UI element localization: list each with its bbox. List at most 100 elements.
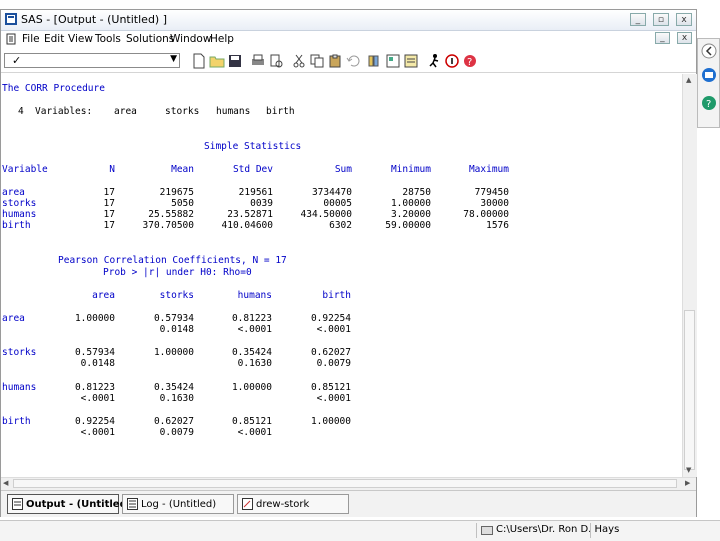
stats-header: Variable: [2, 164, 48, 175]
pearson-header: area: [92, 290, 115, 301]
pearson-r: 0.85121: [310, 382, 351, 393]
copy-icon[interactable]: [309, 53, 325, 69]
help-icon[interactable]: ?: [462, 53, 478, 69]
stats-cell: 5050: [171, 198, 194, 209]
libraries-icon[interactable]: [367, 53, 383, 69]
title-bar[interactable]: SAS - [Output - (Untitled) ] _ ▫ x: [1, 10, 696, 31]
variable-name: storks: [165, 106, 200, 117]
tab-program[interactable]: drew-stork: [237, 494, 349, 514]
stats-header: Std Dev: [232, 164, 273, 175]
variable-name: humans: [216, 106, 251, 117]
sas-window: SAS - [Output - (Untitled) ] _ ▫ x File …: [0, 9, 697, 517]
pearson-r: 0.92254: [310, 313, 351, 324]
status-divider: [590, 523, 591, 538]
scroll-right-icon[interactable]: ▶: [685, 479, 690, 487]
menu-file[interactable]: File: [22, 33, 40, 45]
pearson-row-name: birth: [2, 416, 31, 427]
pearson-r: 1.00000: [231, 382, 272, 393]
menu-help[interactable]: Help: [210, 33, 234, 45]
chevron-down-icon[interactable]: ▼: [170, 54, 177, 64]
pearson-r: 0.81223: [74, 382, 115, 393]
stats-row-name: birth: [2, 220, 31, 231]
scroll-up-icon[interactable]: ▲: [686, 76, 691, 84]
stats-cell: 3.20000: [390, 209, 431, 220]
results-icon[interactable]: [403, 53, 419, 69]
mdi-minimize-icon[interactable]: _: [654, 32, 670, 44]
simple-stats-title: Simple Statistics: [204, 141, 302, 152]
menu-solutions[interactable]: Solutions: [126, 33, 174, 45]
pearson-p: <.0001: [237, 324, 272, 335]
pearson-row-name: storks: [2, 347, 37, 358]
scroll-left-icon[interactable]: ◀: [3, 479, 8, 487]
open-icon[interactable]: [209, 53, 225, 69]
tab-log[interactable]: Log - (Untitled): [122, 494, 234, 514]
menu-edit[interactable]: Edit: [44, 33, 64, 45]
tab-output[interactable]: Output - (Untitled): [7, 494, 131, 514]
undo-icon[interactable]: [345, 53, 361, 69]
pearson-p: 0.1630: [159, 393, 194, 404]
pearson-p: <.0001: [316, 324, 351, 335]
new-icon[interactable]: [191, 53, 207, 69]
stats-cell: 219675: [159, 187, 194, 198]
restore-icon[interactable]: ▫: [652, 13, 669, 26]
stats-cell: 17: [103, 220, 115, 231]
variable-name: birth: [266, 106, 295, 117]
horizontal-scroll-thumb[interactable]: [13, 479, 677, 488]
pearson-r: 0.62027: [310, 347, 351, 358]
pearson-p: <.0001: [80, 393, 115, 404]
stats-cell: 17: [103, 209, 115, 220]
run-icon[interactable]: [426, 53, 442, 69]
stats-cell: 23.52871: [227, 209, 273, 220]
variables-label: Variables:: [35, 106, 93, 117]
save-icon[interactable]: [227, 53, 243, 69]
stats-header: Mean: [171, 164, 194, 175]
mdi-close-icon[interactable]: x: [677, 32, 692, 44]
stats-cell: 0039: [250, 198, 273, 209]
stats-cell: 3734470: [311, 187, 352, 198]
pearson-r: 1.00000: [153, 347, 194, 358]
toolbar: ✓ ▼ ?: [1, 50, 696, 73]
print-icon[interactable]: [250, 53, 266, 69]
command-box[interactable]: ✓ ▼: [4, 53, 180, 68]
output-window[interactable]: The CORR Procedure 4 Variables: area sto…: [1, 75, 681, 477]
minimize-icon[interactable]: _: [629, 13, 646, 26]
folder-icon: [481, 526, 493, 535]
pearson-r: 0.57934: [74, 347, 115, 358]
pearson-p: 0.0079: [316, 358, 351, 369]
current-directory[interactable]: C:\Users\Dr. Ron D. Hays: [480, 524, 619, 535]
directory-path: C:\Users\Dr. Ron D. Hays: [496, 524, 620, 535]
variable-name: area: [114, 106, 137, 117]
status-divider: [476, 523, 477, 538]
log-window-icon: [127, 498, 138, 510]
print-preview-icon[interactable]: [268, 53, 284, 69]
stats-header: Sum: [334, 164, 352, 175]
menu-tools[interactable]: Tools: [95, 33, 121, 45]
side-panel: ?: [697, 38, 720, 128]
document-icon[interactable]: [5, 33, 17, 45]
paste-icon[interactable]: [327, 53, 343, 69]
stats-row-name: storks: [2, 198, 37, 209]
sas-app-icon: [5, 13, 17, 25]
vertical-scroll-thumb[interactable]: [684, 310, 695, 470]
menu-window[interactable]: Window: [170, 33, 211, 45]
pearson-r: 0.92254: [74, 416, 115, 427]
pearson-p: <.0001: [237, 427, 272, 438]
menu-view[interactable]: View: [68, 33, 93, 45]
arrow-left-icon[interactable]: [701, 43, 717, 59]
info-icon[interactable]: [444, 53, 460, 69]
close-icon[interactable]: x: [676, 13, 692, 26]
explorer-icon[interactable]: [385, 53, 401, 69]
stats-cell: 779450: [474, 187, 509, 198]
horizontal-scrollbar[interactable]: ◀ ▶: [1, 477, 696, 490]
pearson-p: <.0001: [80, 427, 115, 438]
window-tabs-bar: Output - (Untitled) Log - (Untitled) dre…: [1, 490, 696, 517]
window-icon[interactable]: [701, 67, 717, 83]
stats-header: N: [109, 164, 115, 175]
vertical-scrollbar[interactable]: ▲ ▼: [682, 74, 697, 477]
stats-cell: 1576: [486, 220, 509, 231]
scroll-down-icon[interactable]: ▼: [686, 466, 691, 474]
stats-cell: 59.00000: [385, 220, 431, 231]
help-circle-icon[interactable]: ?: [701, 95, 717, 111]
pearson-r: 1.00000: [74, 313, 115, 324]
cut-icon[interactable]: [291, 53, 307, 69]
